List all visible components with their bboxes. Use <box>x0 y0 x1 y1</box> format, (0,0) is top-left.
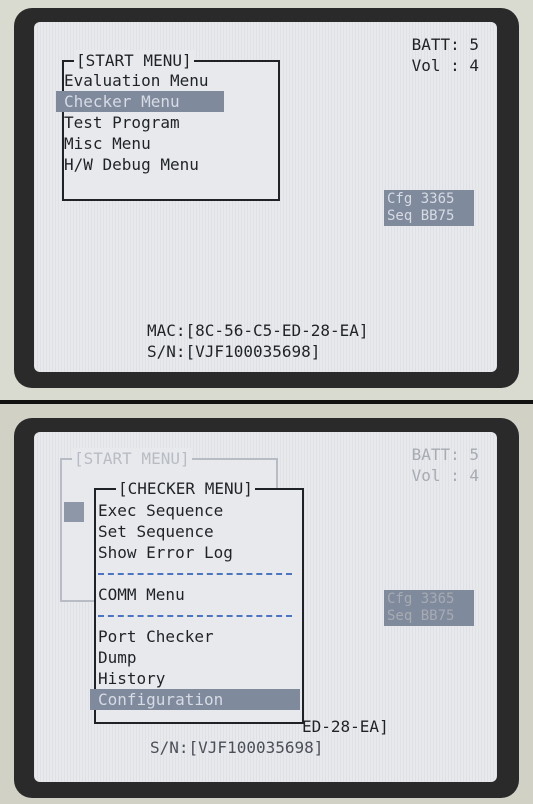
menu-item-checker[interactable]: Checker Menu <box>56 91 224 112</box>
cfg-value: Cfg 3365 <box>387 191 455 207</box>
menu-item-show-error-log[interactable]: Show Error Log <box>90 542 300 563</box>
seq-value: Seq BB75 <box>387 208 455 224</box>
menu-item-dump[interactable]: Dump <box>90 647 300 668</box>
mac-address-partial: ED-28-EA] <box>302 717 389 736</box>
config-info: Cfg 3365 Seq BB75 <box>384 590 474 626</box>
volume-level: Vol : 4 <box>411 56 479 75</box>
screenshot-checker-menu: BATT: 5 Vol : 4 [START MENU] Cfg 3365 Seq… <box>0 404 533 804</box>
menu-item-configuration[interactable]: Configuration <box>90 689 300 710</box>
lcd-screen: BATT: 5 Vol : 4 [START MENU] Evaluation M… <box>34 22 497 372</box>
batt-level: BATT: 5 <box>411 35 479 54</box>
menu-item-comm-menu[interactable]: COMM Menu <box>90 584 300 605</box>
volume-level: Vol : 4 <box>411 466 479 485</box>
menu-item-test-program[interactable]: Test Program <box>56 112 278 133</box>
serial-number: S/N:[VJF100035698] <box>150 738 324 757</box>
config-info: Cfg 3365 Seq BB75 <box>384 190 474 226</box>
start-menu-selection-remnant <box>64 502 84 522</box>
menu-item-history[interactable]: History <box>90 668 300 689</box>
menu-separator <box>90 605 300 626</box>
serial-number: S/N:[VJF100035698] <box>147 342 321 361</box>
device-bezel: BATT: 5 Vol : 4 [START MENU] Cfg 3365 Seq… <box>14 418 519 798</box>
menu-item-misc[interactable]: Misc Menu <box>56 133 278 154</box>
batt-level: BATT: 5 <box>411 445 479 464</box>
menu-item-hw-debug[interactable]: H/W Debug Menu <box>56 154 278 175</box>
cfg-value: Cfg 3365 <box>387 591 455 607</box>
checker-menu-title: [CHECKER MENU] <box>116 478 255 499</box>
screenshot-start-menu: BATT: 5 Vol : 4 [START MENU] Evaluation M… <box>0 0 533 400</box>
menu-item-exec-sequence[interactable]: Exec Sequence <box>90 500 300 521</box>
lcd-screen: BATT: 5 Vol : 4 [START MENU] Cfg 3365 Seq… <box>34 432 497 782</box>
menu-separator <box>90 563 300 584</box>
start-menu-title: [START MENU] <box>72 448 192 469</box>
menu-item-evaluation[interactable]: Evaluation Menu <box>56 70 278 91</box>
device-bezel: BATT: 5 Vol : 4 [START MENU] Evaluation M… <box>14 8 519 388</box>
menu-item-port-checker[interactable]: Port Checker <box>90 626 300 647</box>
seq-value: Seq BB75 <box>387 608 455 624</box>
menu-item-set-sequence[interactable]: Set Sequence <box>90 521 300 542</box>
start-menu-title: [START MENU] <box>74 50 194 71</box>
battery-status: BATT: 5 Vol : 4 <box>412 444 479 486</box>
mac-address: MAC:[8C-56-C5-ED-28-EA] <box>147 321 369 340</box>
start-menu: [START MENU] Evaluation Menu Checker Men… <box>56 50 280 201</box>
battery-status: BATT: 5 Vol : 4 <box>412 34 479 76</box>
checker-menu: [CHECKER MENU] Exec Sequence Set Sequenc… <box>90 478 304 724</box>
